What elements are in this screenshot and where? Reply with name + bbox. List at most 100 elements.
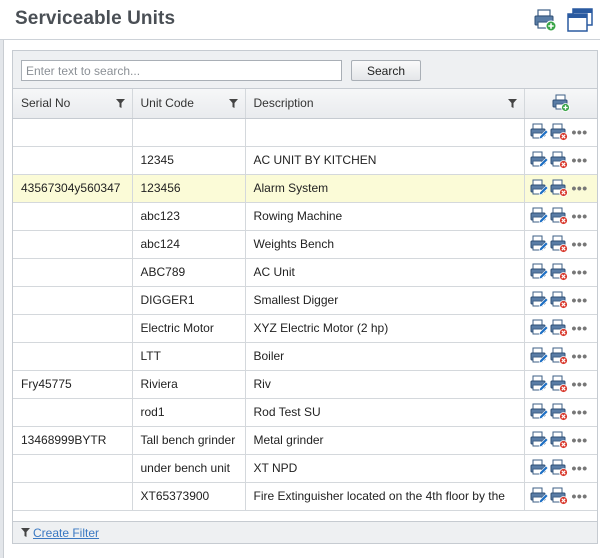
printer-add-icon[interactable]	[533, 8, 557, 32]
description-cell: Rowing Machine	[245, 202, 525, 231]
edit-icon[interactable]	[530, 403, 548, 421]
delete-icon[interactable]	[550, 319, 568, 337]
filter-icon[interactable]	[115, 99, 125, 108]
row-actions: •••	[524, 230, 597, 259]
edit-icon[interactable]	[530, 431, 548, 449]
more-options-icon[interactable]: •••	[572, 293, 588, 307]
description-cell: Metal grinder	[245, 426, 525, 455]
description-cell: Rod Test SU	[245, 398, 525, 427]
edit-icon[interactable]	[530, 235, 548, 253]
column-label: Serial No	[21, 96, 71, 111]
edit-icon[interactable]	[530, 347, 548, 365]
delete-icon[interactable]	[550, 179, 568, 197]
unit-code-cell: DIGGER1	[132, 286, 246, 315]
filter-icon[interactable]	[228, 99, 238, 108]
grid-footer: Create Filter	[13, 521, 597, 543]
serial-no-cell	[13, 118, 133, 147]
column-label: Description	[253, 96, 314, 111]
unit-code-cell: Tall bench grinder	[132, 426, 246, 455]
table-row[interactable]: Fry45775 Riviera Riv •••	[13, 370, 597, 399]
delete-icon[interactable]	[550, 459, 568, 477]
delete-icon[interactable]	[550, 235, 568, 253]
column-header-unit-code[interactable]: Unit Code	[132, 89, 246, 119]
page-header: Serviceable Units	[0, 0, 600, 40]
more-options-icon[interactable]: •••	[572, 461, 588, 475]
delete-icon[interactable]	[550, 403, 568, 421]
edit-icon[interactable]	[530, 151, 548, 169]
row-actions: •••	[524, 118, 597, 147]
description-cell: AC UNIT BY KITCHEN	[245, 146, 525, 175]
table-row[interactable]: LTT Boiler •••	[13, 342, 597, 371]
delete-icon[interactable]	[550, 123, 568, 141]
unit-code-cell: rod1	[132, 398, 246, 427]
more-options-icon[interactable]: •••	[572, 433, 588, 447]
more-options-icon[interactable]: •••	[572, 237, 588, 251]
unit-code-cell: abc123	[132, 202, 246, 231]
delete-icon[interactable]	[550, 207, 568, 225]
table-row[interactable]: 12345 AC UNIT BY KITCHEN •••	[13, 146, 597, 175]
search-input[interactable]	[21, 60, 342, 81]
more-options-icon[interactable]: •••	[572, 181, 588, 195]
column-header-serial-no[interactable]: Serial No	[13, 89, 133, 119]
more-options-icon[interactable]: •••	[572, 405, 588, 419]
grid-header-row: Serial No Unit Code Description	[13, 89, 597, 119]
edit-icon[interactable]	[530, 263, 548, 281]
create-filter-link[interactable]: Create Filter	[33, 526, 99, 540]
delete-icon[interactable]	[550, 291, 568, 309]
serial-no-cell: 13468999BYTR	[13, 426, 133, 455]
unit-code-cell: ABC789	[132, 258, 246, 287]
table-row[interactable]: 13468999BYTR Tall bench grinder Metal grin…	[13, 426, 597, 455]
filter-icon[interactable]	[507, 99, 517, 108]
more-options-icon[interactable]: •••	[572, 349, 588, 363]
unit-code-cell: 12345	[132, 146, 246, 175]
serial-no-cell	[13, 202, 133, 231]
row-actions: •••	[524, 482, 597, 511]
more-options-icon[interactable]: •••	[572, 265, 588, 279]
edit-icon[interactable]	[530, 459, 548, 477]
filter-icon	[21, 528, 30, 537]
more-options-icon[interactable]: •••	[572, 125, 588, 139]
left-panel-edge	[0, 40, 4, 558]
more-options-icon[interactable]: •••	[572, 321, 588, 335]
table-row[interactable]: abc123 Rowing Machine •••	[13, 202, 597, 231]
table-row[interactable]: rod1 Rod Test SU •••	[13, 398, 597, 427]
printer-add-icon[interactable]	[552, 94, 570, 113]
row-actions: •••	[524, 146, 597, 175]
search-button[interactable]: Search	[351, 60, 421, 81]
edit-icon[interactable]	[530, 319, 548, 337]
delete-icon[interactable]	[550, 151, 568, 169]
table-row[interactable]: Electric Motor XYZ Electric Motor (2 hp) •…	[13, 314, 597, 343]
table-row[interactable]: •••	[13, 118, 597, 147]
delete-icon[interactable]	[550, 487, 568, 505]
edit-icon[interactable]	[530, 291, 548, 309]
delete-icon[interactable]	[550, 431, 568, 449]
table-row[interactable]: 43567304y560347 123456 Alarm System •••	[13, 174, 597, 203]
delete-icon[interactable]	[550, 347, 568, 365]
description-cell: Riv	[245, 370, 525, 399]
more-options-icon[interactable]: •••	[572, 489, 588, 503]
column-header-description[interactable]: Description	[245, 89, 525, 119]
new-window-icon[interactable]	[567, 8, 593, 32]
table-row[interactable]: ABC789 AC Unit •••	[13, 258, 597, 287]
edit-icon[interactable]	[530, 487, 548, 505]
edit-icon[interactable]	[530, 179, 548, 197]
more-options-icon[interactable]: •••	[572, 153, 588, 167]
table-row[interactable]: under bench unit XT NPD •••	[13, 454, 597, 483]
edit-icon[interactable]	[530, 207, 548, 225]
delete-icon[interactable]	[550, 263, 568, 281]
row-actions: •••	[524, 454, 597, 483]
table-row[interactable]: XT65373900 Fire Extinguisher located on t…	[13, 482, 597, 511]
unit-code-cell	[132, 118, 246, 147]
edit-icon[interactable]	[530, 123, 548, 141]
description-cell: XYZ Electric Motor (2 hp)	[245, 314, 525, 343]
more-options-icon[interactable]: •••	[572, 209, 588, 223]
description-cell: Fire Extinguisher located on the 4th flo…	[245, 482, 525, 511]
delete-icon[interactable]	[550, 375, 568, 393]
table-row[interactable]: DIGGER1 Smallest Digger •••	[13, 286, 597, 315]
row-actions: •••	[524, 258, 597, 287]
description-cell: XT NPD	[245, 454, 525, 483]
table-row[interactable]: abc124 Weights Bench •••	[13, 230, 597, 259]
edit-icon[interactable]	[530, 375, 548, 393]
units-panel: Search Serial No Unit Code Description	[12, 50, 598, 544]
more-options-icon[interactable]: •••	[572, 377, 588, 391]
